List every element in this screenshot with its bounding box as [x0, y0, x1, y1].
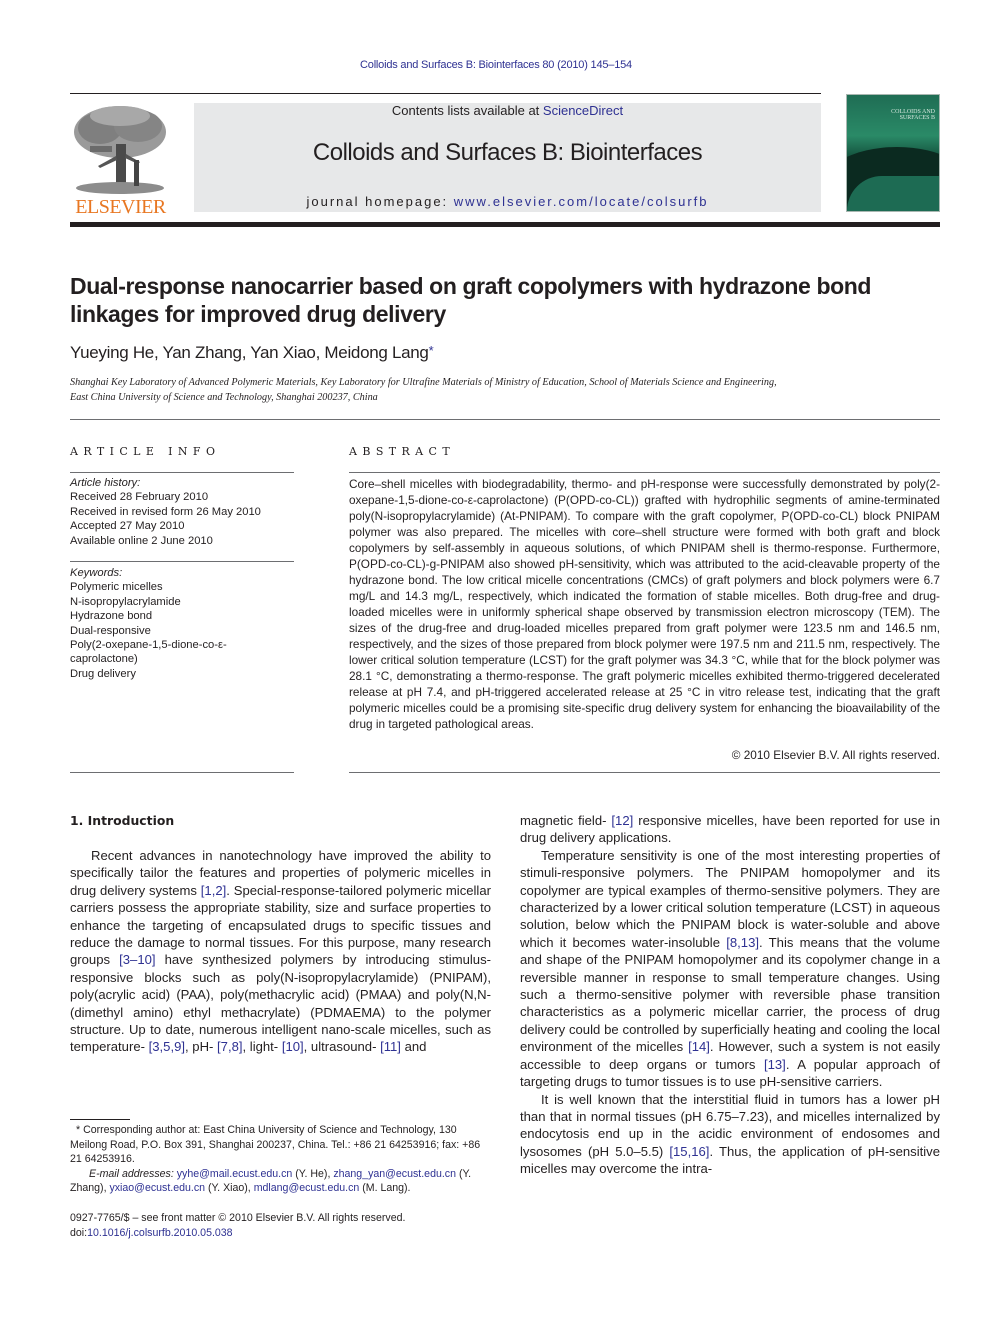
abstract-text: Core–shell micelles with biodegradabilit… — [349, 477, 940, 731]
keyword-item: Dual-responsive — [70, 624, 151, 637]
email-owner: (Y. Xiao), — [205, 1182, 254, 1194]
affiliation-line: Shanghai Key Laboratory of Advanced Poly… — [70, 377, 777, 388]
issn-line: 0927-7765/$ – see front matter © 2010 El… — [70, 1212, 406, 1224]
history-item: Received 28 February 2010 — [70, 491, 209, 504]
intro-left-column: Recent advances in nanotechnology have i… — [70, 847, 491, 1056]
keyword-item: Poly(2-oxepane-1,5-dione-co-ε-caprolacto… — [70, 639, 227, 666]
corresponding-author-text: * Corresponding author at: East China Un… — [70, 1124, 481, 1165]
journal-homepage-link[interactable]: www.elsevier.com/locate/colsurfb — [454, 194, 709, 209]
keyword-item: Polymeric micelles — [70, 581, 163, 594]
keywords-label: Keywords: — [70, 567, 123, 579]
author-list: Yueying He, Yan Zhang, Yan Xiao, Meidong… — [70, 343, 434, 363]
citation-link[interactable]: [15,16] — [669, 1144, 709, 1159]
divider — [70, 419, 940, 420]
masthead-rule — [70, 222, 940, 227]
abstract-copyright: © 2010 Elsevier B.V. All rights reserved… — [731, 748, 940, 762]
abstract-heading: ABSTRACT — [349, 445, 456, 458]
journal-title: Colloids and Surfaces B: Biointerfaces — [312, 139, 703, 166]
affiliation: Shanghai Key Laboratory of Advanced Poly… — [70, 376, 940, 405]
email-link[interactable]: mdlang@ecust.edu.cn — [254, 1182, 360, 1194]
corresponding-author-note: * Corresponding author at: East China Un… — [70, 1123, 491, 1167]
paragraph: magnetic field- [12] responsive micelles… — [520, 813, 940, 846]
doi-link[interactable]: 10.1016/j.colsurfb.2010.05.038 — [87, 1227, 232, 1239]
citation-link[interactable]: [8,13] — [726, 935, 759, 950]
email-link[interactable]: zhang_yan@ecust.edu.cn — [333, 1168, 456, 1180]
intro-right-column: magnetic field- [12] responsive micelles… — [520, 812, 940, 1178]
citation-link[interactable]: [3–10] — [119, 952, 155, 967]
divider — [70, 472, 294, 473]
divider — [349, 772, 940, 773]
article-history: Article history: Received 28 February 20… — [70, 476, 294, 548]
keyword-item: Hydrazone bond — [70, 610, 153, 623]
elsevier-wordmark: ELSEVIER — [75, 196, 166, 218]
divider — [70, 561, 294, 562]
homepage-line: journal homepage: www.elsevier.com/locat… — [194, 194, 821, 209]
sciencedirect-link[interactable]: ScienceDirect — [543, 103, 623, 118]
keywords: Keywords: Polymeric micelles N-isopropyl… — [70, 566, 294, 681]
history-item: Accepted 27 May 2010 — [70, 520, 185, 533]
citation-link[interactable]: [13] — [764, 1057, 786, 1072]
email-link[interactable]: yxiao@ecust.edu.cn — [109, 1182, 205, 1194]
running-head[interactable]: Colloids and Surfaces B: Biointerfaces 8… — [0, 59, 992, 71]
article-info-heading: ARTICLE INFO — [70, 445, 221, 458]
footnote-rule — [70, 1119, 130, 1120]
keyword-item: Drug delivery — [70, 667, 136, 680]
email-link[interactable]: yyhe@mail.ecust.edu.cn — [177, 1168, 293, 1180]
citation-link[interactable]: [3,5,9] — [149, 1039, 185, 1054]
contents-line: Contents lists available at ScienceDirec… — [194, 103, 821, 118]
article-history-label: Article history: — [70, 477, 141, 489]
history-item: Received in revised form 26 May 2010 — [70, 505, 261, 518]
paragraph: Recent advances in nanotechnology have i… — [70, 848, 491, 1055]
citation-link[interactable]: [14] — [688, 1039, 710, 1054]
citation-link[interactable]: [12] — [611, 813, 633, 828]
citation-link[interactable]: [11] — [380, 1039, 401, 1054]
elsevier-logo[interactable]: ELSEVIER — [70, 104, 171, 218]
journal-cover-image[interactable]: COLLOIDS AND SURFACES B — [846, 94, 940, 212]
footnotes: * Corresponding author at: East China Un… — [70, 1123, 491, 1196]
doi-line: doi:10.1016/j.colsurfb.2010.05.038 — [70, 1226, 491, 1241]
history-item: Available online 2 June 2010 — [70, 534, 213, 547]
keyword-item: N-isopropylacrylamide — [70, 595, 181, 608]
top-rule — [70, 93, 821, 94]
email-owner: (Y. He), — [292, 1167, 334, 1180]
homepage-prefix: journal homepage: — [306, 194, 454, 209]
citation-link[interactable]: [1,2] — [201, 883, 226, 898]
corresponding-author-marker[interactable]: * — [429, 343, 434, 358]
doi-prefix: doi: — [70, 1227, 88, 1239]
affiliation-line: East China University of Science and Tec… — [70, 391, 378, 403]
divider — [349, 472, 940, 473]
divider — [70, 772, 294, 773]
authors-text: Yueying He, Yan Zhang, Yan Xiao, Meidong… — [70, 343, 429, 362]
email-label: E-mail addresses: — [89, 1167, 177, 1180]
article-title: Dual-response nanocarrier based on graft… — [70, 273, 872, 327]
email-owner: (M. Lang). — [359, 1182, 411, 1194]
citation-link[interactable]: [10] — [282, 1039, 304, 1054]
paragraph: It is well known that the interstitial f… — [520, 1091, 940, 1177]
contents-prefix: Contents lists available at — [391, 103, 543, 118]
journal-masthead: Contents lists available at ScienceDirec… — [194, 103, 821, 212]
citation-link[interactable]: [7,8] — [217, 1039, 242, 1054]
section-heading-introduction: 1. Introduction — [70, 813, 175, 828]
elsevier-tree-icon — [74, 106, 166, 194]
cover-title: COLLOIDS AND SURFACES B — [891, 109, 935, 121]
front-matter: 0927-7765/$ – see front matter © 2010 El… — [70, 1211, 491, 1241]
email-addresses: E-mail addresses: yyhe@mail.ecust.edu.cn… — [70, 1167, 491, 1196]
paragraph: Temperature sensitivity is one of the mo… — [520, 847, 940, 1090]
